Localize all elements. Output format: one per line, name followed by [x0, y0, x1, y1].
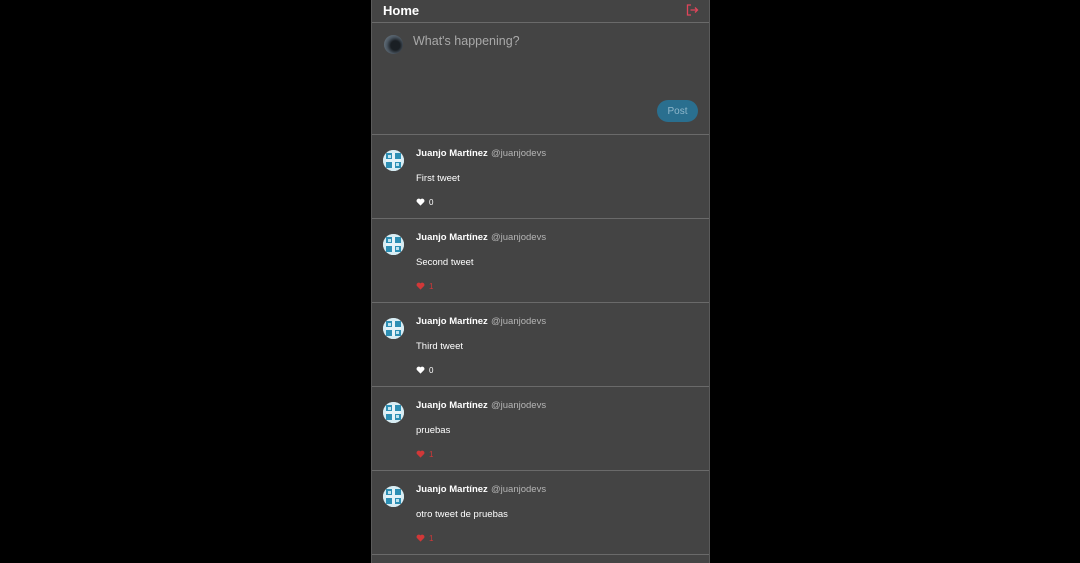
like-button[interactable]: 1 [416, 532, 433, 544]
author-handle[interactable]: @juanjodevs [491, 484, 546, 495]
heart-icon [416, 450, 425, 458]
avatar[interactable] [383, 402, 404, 423]
like-count: 1 [429, 449, 434, 459]
author-name[interactable]: Juanjo Martínez [416, 484, 488, 495]
like-button[interactable]: 0 [416, 364, 433, 376]
avatar-icon [383, 402, 404, 423]
user-avatar [384, 35, 403, 54]
avatar-icon [383, 234, 404, 255]
author-name[interactable]: Juanjo Martínez [416, 232, 488, 243]
author-name[interactable]: Juanjo Martínez [416, 148, 488, 159]
like-button[interactable]: 1 [416, 448, 433, 460]
tweet-item: Juanjo Martínez @juanjodevs Second tweet… [372, 219, 709, 303]
header: Home [372, 0, 709, 23]
tweet-item: Juanjo Martínez @juanjodevs First tweet … [372, 135, 709, 219]
logout-icon [686, 4, 699, 16]
author-name[interactable]: Juanjo Martínez [416, 400, 488, 411]
author-handle[interactable]: @juanjodevs [491, 316, 546, 327]
avatar-icon [383, 150, 404, 171]
app-panel: Home Post Juanjo Martínez @juanjodevs Fi [371, 0, 710, 563]
like-button[interactable]: 0 [416, 196, 433, 208]
author-handle[interactable]: @juanjodevs [491, 148, 546, 159]
logout-button[interactable] [685, 3, 699, 17]
author-name[interactable]: Juanjo Martínez [416, 316, 488, 327]
avatar[interactable] [383, 486, 404, 507]
like-count: 1 [429, 533, 434, 543]
tweet-text: otro tweet de pruebas [416, 509, 508, 520]
like-count: 0 [429, 197, 434, 207]
tweet-text: First tweet [416, 173, 460, 184]
page-title: Home [383, 3, 420, 18]
tweet-text: Third tweet [416, 341, 463, 352]
tweet-list: Juanjo Martínez @juanjodevs First tweet … [372, 135, 709, 555]
like-button[interactable]: 1 [416, 280, 433, 292]
tweet-item: Juanjo Martínez @juanjodevs pruebas 1 [372, 387, 709, 471]
heart-icon [416, 282, 425, 290]
like-count: 0 [429, 365, 434, 375]
tweet-text: Second tweet [416, 257, 474, 268]
author-handle[interactable]: @juanjodevs [491, 400, 546, 411]
heart-icon [416, 534, 425, 542]
heart-icon [416, 198, 425, 206]
avatar[interactable] [383, 318, 404, 339]
heart-icon [416, 366, 425, 374]
avatar[interactable] [383, 150, 404, 171]
avatar[interactable] [383, 234, 404, 255]
tweet-input[interactable] [413, 34, 693, 94]
author-handle[interactable]: @juanjodevs [491, 232, 546, 243]
tweet-item: Juanjo Martínez @juanjodevs Third tweet … [372, 303, 709, 387]
avatar-icon [383, 318, 404, 339]
tweet-text: pruebas [416, 425, 451, 436]
tweet-item: Juanjo Martínez @juanjodevs otro tweet d… [372, 471, 709, 555]
tweet-composer: Post [372, 23, 709, 135]
avatar-icon [383, 486, 404, 507]
like-count: 1 [429, 281, 434, 291]
post-button[interactable]: Post [657, 100, 698, 122]
